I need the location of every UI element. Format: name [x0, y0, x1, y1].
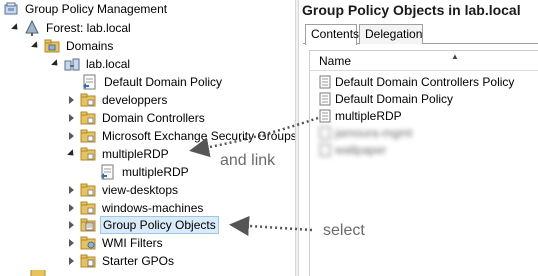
gpo-icon: [319, 92, 331, 105]
tree-item-label: Forest: lab.local: [46, 21, 131, 35]
chevron-right-icon: [68, 96, 74, 104]
tree-item-view-desktops[interactable]: view-desktops: [66, 181, 180, 199]
tree-item-label: Microsoft Exchange Security Groups: [102, 129, 295, 143]
list-item[interactable]: multipleRDP: [318, 107, 402, 124]
chevron-right-icon: [68, 257, 74, 265]
gpo-icon: [319, 109, 331, 122]
tree-item-lab-local[interactable]: lab.local: [50, 55, 132, 73]
chevron-right-icon: [68, 204, 74, 212]
list-item-redacted[interactable]: wallpaper: [318, 141, 386, 158]
list-item-label: Default Domain Controllers Policy: [335, 74, 515, 89]
tree-item-multiplerdp-ou[interactable]: multipleRDP: [66, 145, 171, 163]
starter-gpo-folder-icon: [80, 253, 96, 269]
ou-folder-icon: [80, 92, 96, 108]
expand-toggle[interactable]: [66, 220, 76, 230]
tree-item-starter-gpos[interactable]: Starter GPOs: [66, 252, 176, 270]
chevron-right-icon: [68, 221, 74, 229]
tree-item-label: multipleRDP: [102, 147, 169, 161]
list-item-label: wallpaper: [335, 142, 387, 157]
annotation-select: select: [323, 222, 365, 239]
tree-item-label: Group Policy Management: [25, 2, 168, 16]
tree-item-label: WMI Filters: [102, 236, 163, 250]
chevron-down-icon: [31, 40, 41, 50]
expand-toggle[interactable]: [66, 95, 76, 105]
tab-contents[interactable]: Contents: [305, 24, 359, 45]
gpo-list: Name ▲ Default Domain Controllers Policy…: [309, 50, 538, 276]
list-item-label: Default Domain Policy: [335, 91, 454, 106]
chevron-right-icon: [68, 186, 74, 194]
expand-toggle[interactable]: [66, 185, 76, 195]
tree-item-label: windows-machines: [102, 201, 204, 215]
tree-item-label: lab.local: [86, 57, 131, 71]
tree-item-developpers[interactable]: developpers: [66, 91, 169, 109]
list-item-redacted[interactable]: jamoura-mgmt: [318, 124, 412, 141]
chevron-down-icon: [11, 22, 21, 32]
list-item-label: jamoura-mgmt: [335, 125, 413, 140]
domains-folder-icon: [44, 38, 60, 54]
list-item[interactable]: Default Domain Policy: [318, 90, 453, 107]
tree-item-label: multipleRDP: [122, 165, 189, 179]
expand-toggle[interactable]: [66, 203, 76, 213]
tab-strip: Contents Delegation: [303, 24, 538, 45]
chevron-down-icon: [51, 58, 61, 68]
console-tree: Group Policy Management Forest: lab.loca…: [0, 0, 295, 276]
details-title: Group Policy Objects in lab.local: [302, 2, 521, 18]
ou-folder-icon: [80, 110, 96, 126]
ou-folder-icon: [80, 182, 96, 198]
gpo-icon: [319, 143, 331, 156]
expand-toggle[interactable]: [66, 113, 76, 123]
gpo-link-icon: [82, 74, 98, 90]
tree-item-multiplerdp-gpo-link[interactable]: multipleRDP: [100, 163, 191, 181]
expand-toggle[interactable]: [30, 40, 41, 51]
expand-toggle[interactable]: [66, 131, 76, 141]
gpo-icon: [319, 126, 331, 139]
chevron-down-icon: [67, 148, 77, 158]
wmi-folder-icon: [80, 235, 96, 251]
gpm-console-icon: [3, 1, 19, 17]
expand-toggle[interactable]: [66, 238, 76, 248]
tree-item-group-policy-objects[interactable]: Group Policy Objects: [66, 216, 219, 234]
gpo-link-icon: [100, 164, 116, 180]
column-header-label: Name: [319, 54, 352, 68]
expand-toggle[interactable]: [50, 58, 61, 69]
tree-item-group-policy-management[interactable]: Group Policy Management: [3, 0, 169, 18]
ou-folder-icon: [80, 200, 96, 216]
tree-item-wmi-filters[interactable]: WMI Filters: [66, 234, 165, 252]
list-item[interactable]: Default Domain Controllers Policy: [318, 73, 514, 90]
tree-item-microsoft-exchange-security-groups[interactable]: Microsoft Exchange Security Groups: [66, 127, 295, 145]
tree-item-domain-controllers[interactable]: Domain Controllers: [66, 109, 207, 127]
tree-item-domains[interactable]: Domains: [30, 37, 115, 55]
tree-item-label: Domain Controllers: [102, 111, 205, 125]
tree-item-label: developpers: [102, 93, 168, 107]
chevron-right-icon: [68, 132, 74, 140]
chevron-right-icon: [68, 114, 74, 122]
tree-item-label: view-desktops: [102, 183, 179, 197]
ou-folder-icon: [80, 128, 96, 144]
tree-item-label: Group Policy Objects: [100, 216, 219, 234]
tree-item-label: Starter GPOs: [102, 254, 175, 268]
tree-item-label: Default Domain Policy: [104, 75, 223, 89]
column-header-name[interactable]: Name ▲: [310, 51, 538, 71]
tree-item-clipped: [30, 270, 50, 276]
tab-delegation[interactable]: Delegation: [359, 24, 423, 44]
ou-folder-icon: [80, 146, 96, 162]
annotation-and-link: and link: [220, 152, 276, 169]
gpo-icon: [319, 75, 331, 88]
list-item-label: multipleRDP: [335, 108, 402, 123]
tree-item-default-domain-policy[interactable]: Default Domain Policy: [82, 73, 224, 91]
site-folder-icon: [30, 270, 46, 276]
forest-icon: [24, 20, 40, 36]
expand-toggle[interactable]: [66, 256, 76, 266]
sort-ascending-icon: ▲: [451, 52, 459, 61]
chevron-right-icon: [68, 239, 74, 247]
expand-toggle[interactable]: [10, 22, 21, 33]
tree-item-forest[interactable]: Forest: lab.local: [10, 19, 133, 37]
domain-icon: [64, 56, 80, 72]
gpo-container-icon: [80, 217, 96, 233]
tree-item-windows-machines[interactable]: windows-machines: [66, 199, 205, 217]
tree-item-label: Domains: [66, 39, 114, 53]
expand-toggle[interactable]: [66, 148, 77, 159]
